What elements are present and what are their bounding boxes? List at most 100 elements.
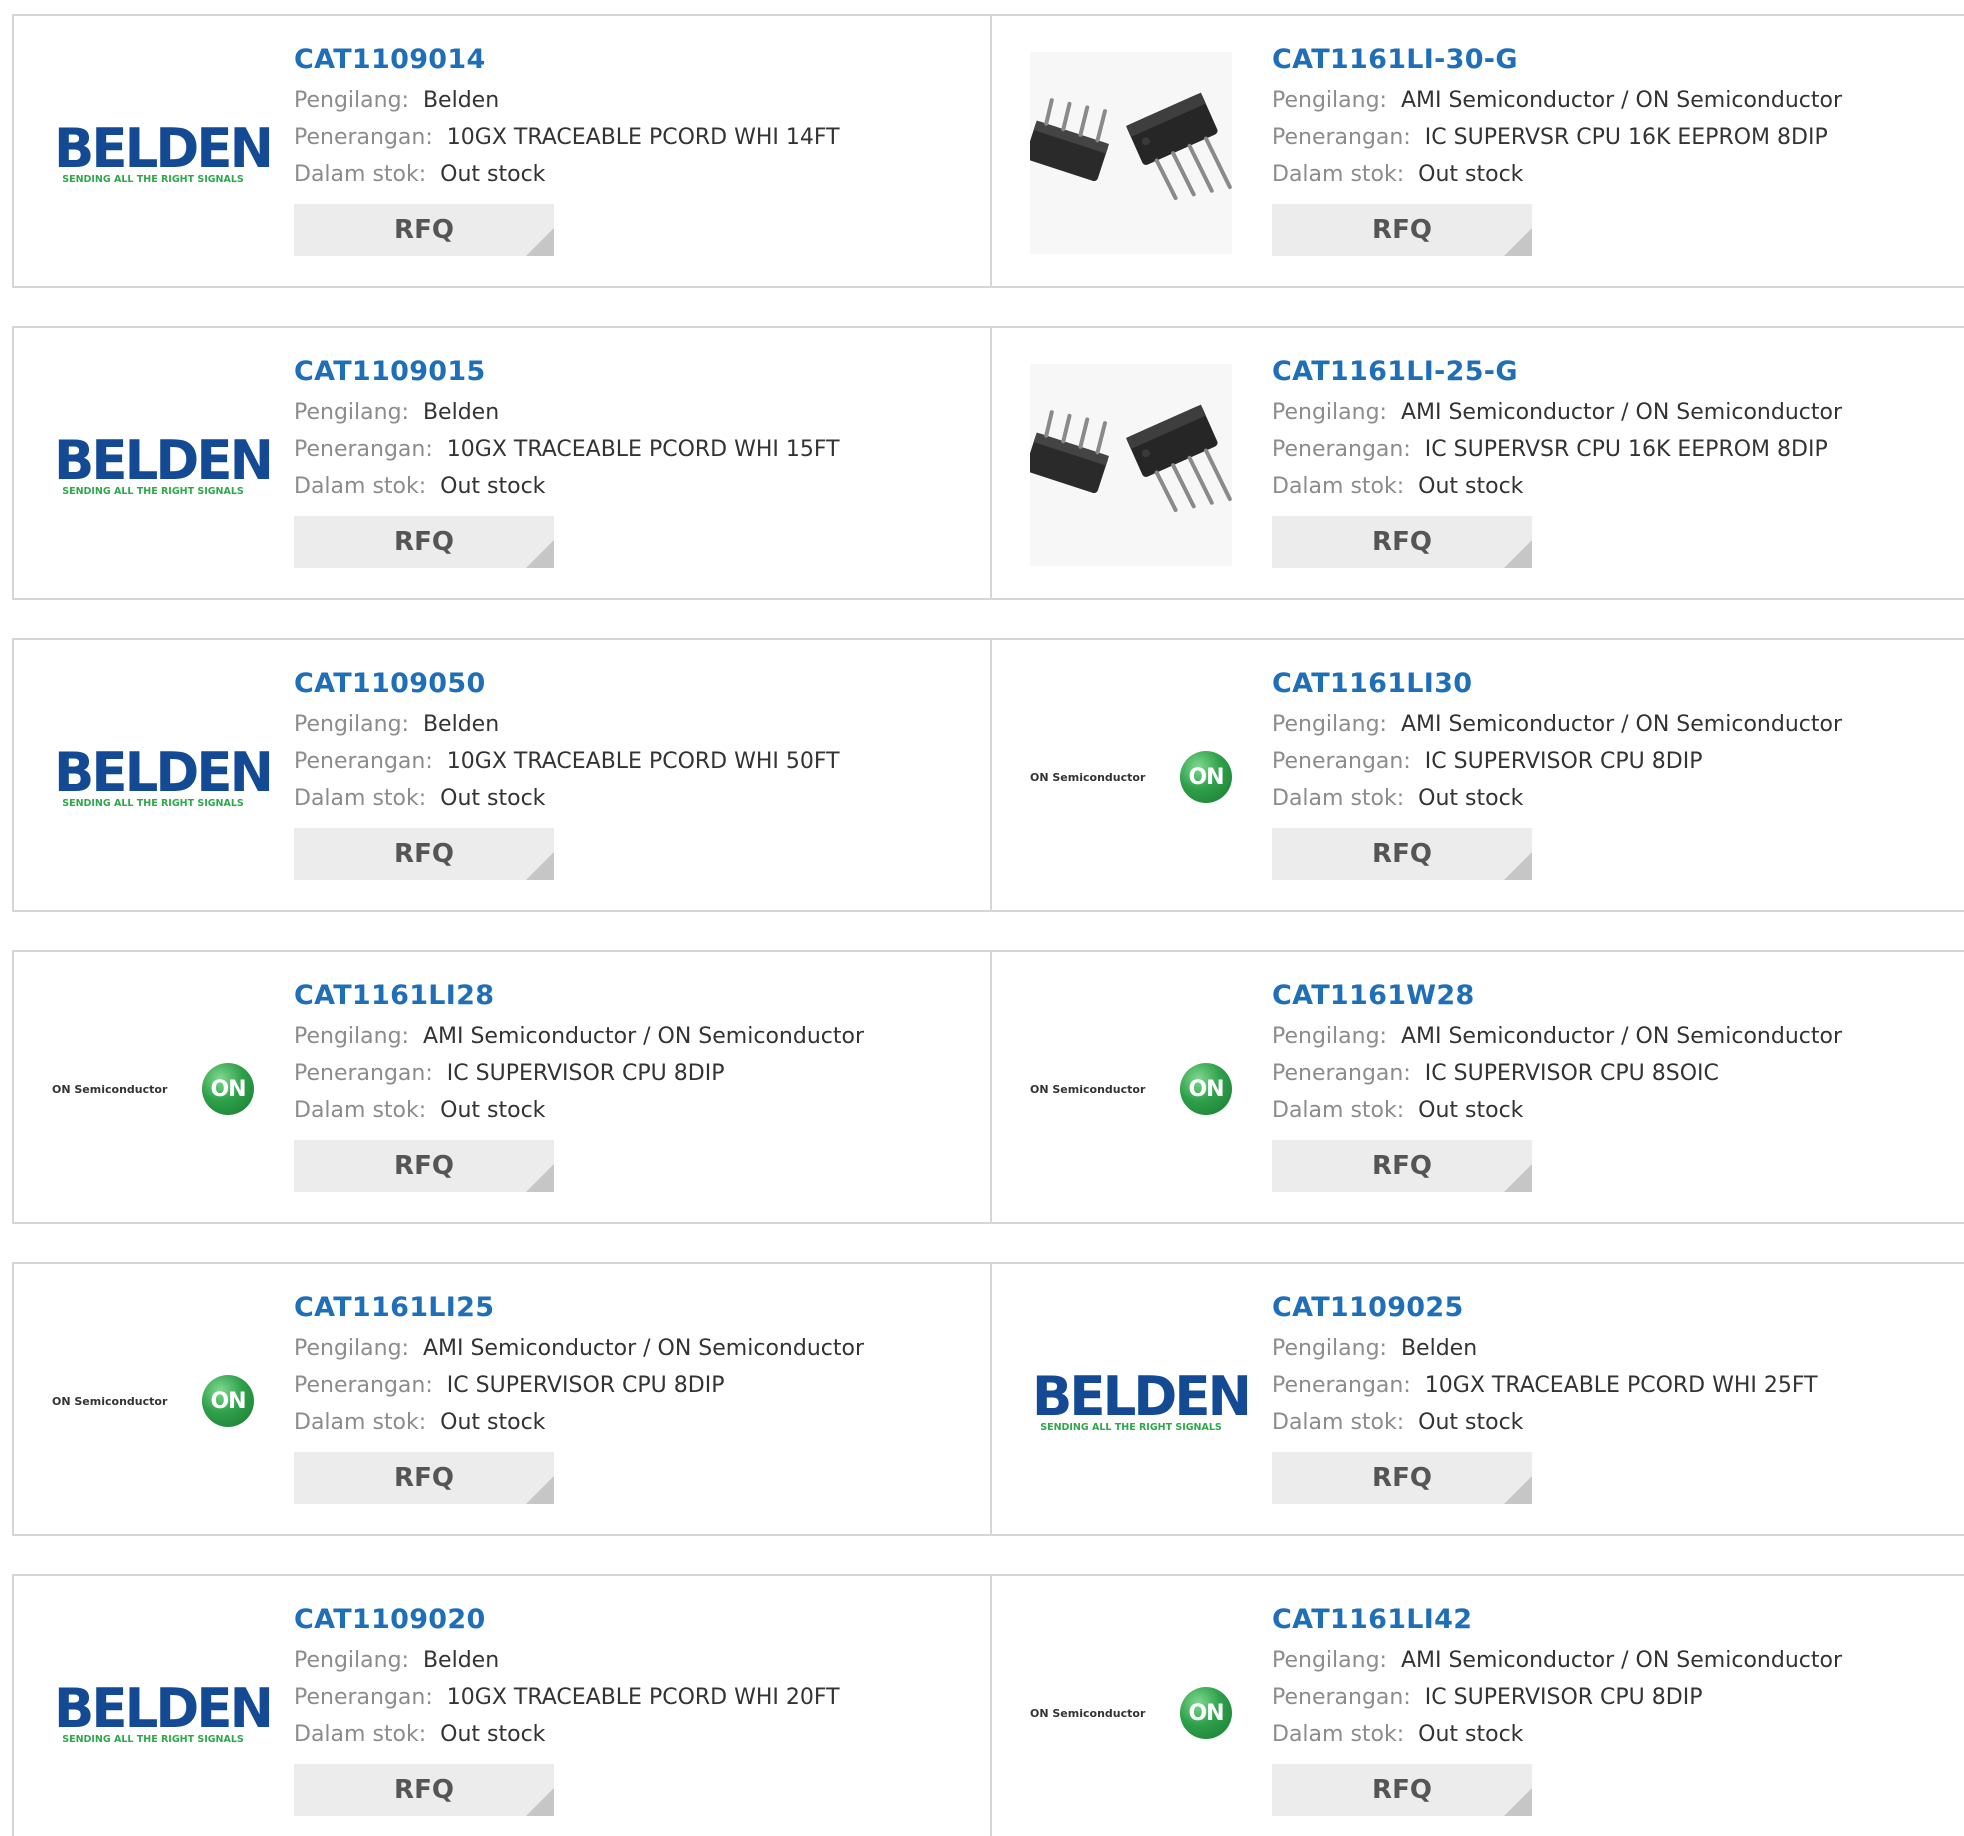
part-number-link[interactable]: CAT1109015 [294,350,840,394]
part-number-link[interactable]: CAT1161LI25 [294,1286,864,1330]
description-label: Penerangan: [1272,1373,1411,1398]
onsemi-logo-text: ON Semiconductor [52,1082,168,1096]
product-info: CAT1109050 Pengilang: Belden Penerangan: 1… [294,662,840,880]
product-info: CAT1109020 Pengilang: Belden Penerangan: 1… [294,1598,840,1816]
rfq-button[interactable]: RFQ [294,516,554,568]
belden-logo-word: BELDEN [1032,1364,1252,1428]
rfq-button[interactable]: RFQ [1272,1140,1532,1192]
product-image[interactable]: BELDEN SENDING ALL THE RIGHT SIGNALS [1030,1300,1252,1502]
stock-label: Dalam stok: [294,1410,427,1435]
stock-value: Out stock [1418,474,1524,499]
manufacturer-value: AMI Semiconductor / ON Semiconductor [422,1336,864,1361]
description-label: Penerangan: [1272,1061,1411,1086]
part-number-link[interactable]: CAT1161LI30 [1272,662,1842,706]
rfq-button[interactable]: RFQ [1272,828,1532,880]
onsemi-logo-text: ON Semiconductor [52,1394,168,1408]
stock-value: Out stock [1418,1722,1524,1747]
part-number-link[interactable]: CAT1161LI-25-G [1272,350,1842,394]
manufacturer-value: AMI Semiconductor / ON Semiconductor [1400,1024,1842,1049]
product-image[interactable] [1030,52,1232,254]
product-image[interactable]: ON Semiconductor ON [52,988,254,1190]
rfq-button[interactable]: RFQ [1272,204,1532,256]
description-line: Penerangan: IC SUPERVISOR CPU 8DIP [1272,1679,1842,1716]
product-image[interactable]: BELDEN SENDING ALL THE RIGHT SIGNALS [52,1612,274,1814]
stock-line: Dalam stok: Out stock [1272,1716,1842,1753]
manufacturer-value: Belden [422,712,500,737]
rfq-button[interactable]: RFQ [294,1764,554,1816]
stock-value: Out stock [1418,786,1524,811]
product-image[interactable]: BELDEN SENDING ALL THE RIGHT SIGNALS [52,364,274,566]
product-image[interactable]: ON Semiconductor ON [1030,1612,1232,1814]
stock-line: Dalam stok: Out stock [294,468,840,505]
part-number-link[interactable]: CAT1161LI28 [294,974,864,1018]
stock-label: Dalam stok: [294,1098,427,1123]
rfq-label: RFQ [1372,527,1432,557]
product-card: ON Semiconductor ON CAT1161LI30 Pengilang… [992,640,1964,910]
rfq-label: RFQ [1372,1151,1432,1181]
manufacturer-line: Pengilang: Belden [294,706,840,743]
manufacturer-label: Pengilang: [294,712,409,737]
manufacturer-label: Pengilang: [294,400,409,425]
belden-logo-word: BELDEN [54,1676,274,1740]
rfq-button[interactable]: RFQ [294,204,554,256]
part-number-link[interactable]: CAT1161LI42 [1272,1598,1842,1642]
stock-label: Dalam stok: [294,1722,427,1747]
stock-label: Dalam stok: [1272,474,1405,499]
onsemi-logo-text: ON Semiconductor [1030,1082,1146,1096]
belden-logo: BELDEN SENDING ALL THE RIGHT SIGNALS [52,121,274,185]
product-card: BELDEN SENDING ALL THE RIGHT SIGNALS CAT1… [14,16,992,286]
product-image[interactable] [1030,364,1232,566]
product-image[interactable]: ON Semiconductor ON [52,1300,254,1502]
manufacturer-label: Pengilang: [294,1336,409,1361]
description-value: IC SUPERVSR CPU 16K EEPROM 8DIP [1424,125,1828,150]
stock-line: Dalam stok: Out stock [1272,780,1842,817]
product-row: BELDEN SENDING ALL THE RIGHT SIGNALS CAT1… [12,638,1964,912]
rfq-button[interactable]: RFQ [1272,516,1532,568]
rfq-button[interactable]: RFQ [294,828,554,880]
rfq-button[interactable]: RFQ [1272,1452,1532,1504]
onsemi-logo: ON Semiconductor ON [52,1063,254,1115]
rfq-button[interactable]: RFQ [294,1140,554,1192]
manufacturer-label: Pengilang: [1272,712,1387,737]
stock-value: Out stock [440,1410,546,1435]
onsemi-logo: ON Semiconductor ON [52,1375,254,1427]
stock-line: Dalam stok: Out stock [294,156,840,193]
description-label: Penerangan: [294,1685,433,1710]
product-row: BELDEN SENDING ALL THE RIGHT SIGNALS CAT1… [12,1574,1964,1836]
product-row: ON Semiconductor ON CAT1161LI25 Pengilang… [12,1262,1964,1536]
part-number-link[interactable]: CAT1109025 [1272,1286,1818,1330]
part-number-link[interactable]: CAT1161LI-30-G [1272,38,1842,82]
rfq-label: RFQ [394,839,454,869]
rfq-corner-decoration [526,228,554,256]
product-image[interactable]: BELDEN SENDING ALL THE RIGHT SIGNALS [52,676,274,878]
part-number-link[interactable]: CAT1109014 [294,38,840,82]
rfq-button[interactable]: RFQ [1272,1764,1532,1816]
description-label: Penerangan: [294,1061,433,1086]
product-card: BELDEN SENDING ALL THE RIGHT SIGNALS CAT1… [14,640,992,910]
description-line: Penerangan: IC SUPERVSR CPU 16K EEPROM 8D… [1272,119,1842,156]
rfq-button[interactable]: RFQ [294,1452,554,1504]
part-number-link[interactable]: CAT1161W28 [1272,974,1842,1018]
description-line: Penerangan: IC SUPERVISOR CPU 8DIP [294,1055,864,1092]
onsemi-logo-mark: ON [1180,1687,1232,1739]
description-label: Penerangan: [1272,437,1411,462]
belden-logo: BELDEN SENDING ALL THE RIGHT SIGNALS [52,1676,274,1745]
part-number-link[interactable]: CAT1109020 [294,1598,840,1642]
rfq-label: RFQ [1372,1463,1432,1493]
manufacturer-label: Pengilang: [1272,1336,1387,1361]
onsemi-logo: ON Semiconductor ON [1030,1687,1232,1739]
manufacturer-line: Pengilang: AMI Semiconductor / ON Semicon… [1272,706,1842,743]
product-image[interactable]: ON Semiconductor ON [1030,676,1232,878]
product-image[interactable]: ON Semiconductor ON [1030,988,1232,1190]
stock-value: Out stock [440,1098,546,1123]
product-info: CAT1161W28 Pengilang: AMI Semiconductor /… [1272,974,1842,1192]
part-number-link[interactable]: CAT1109050 [294,662,840,706]
description-value: IC SUPERVISOR CPU 8DIP [1424,1685,1703,1710]
stock-value: Out stock [440,1722,546,1747]
description-label: Penerangan: [1272,749,1411,774]
product-info: CAT1161LI-30-G Pengilang: AMI Semiconduct… [1272,38,1842,256]
description-line: Penerangan: 10GX TRACEABLE PCORD WHI 25FT [1272,1367,1818,1404]
description-value: 10GX TRACEABLE PCORD WHI 14FT [446,125,840,150]
manufacturer-label: Pengilang: [1272,400,1387,425]
product-image[interactable]: BELDEN SENDING ALL THE RIGHT SIGNALS [52,52,274,254]
